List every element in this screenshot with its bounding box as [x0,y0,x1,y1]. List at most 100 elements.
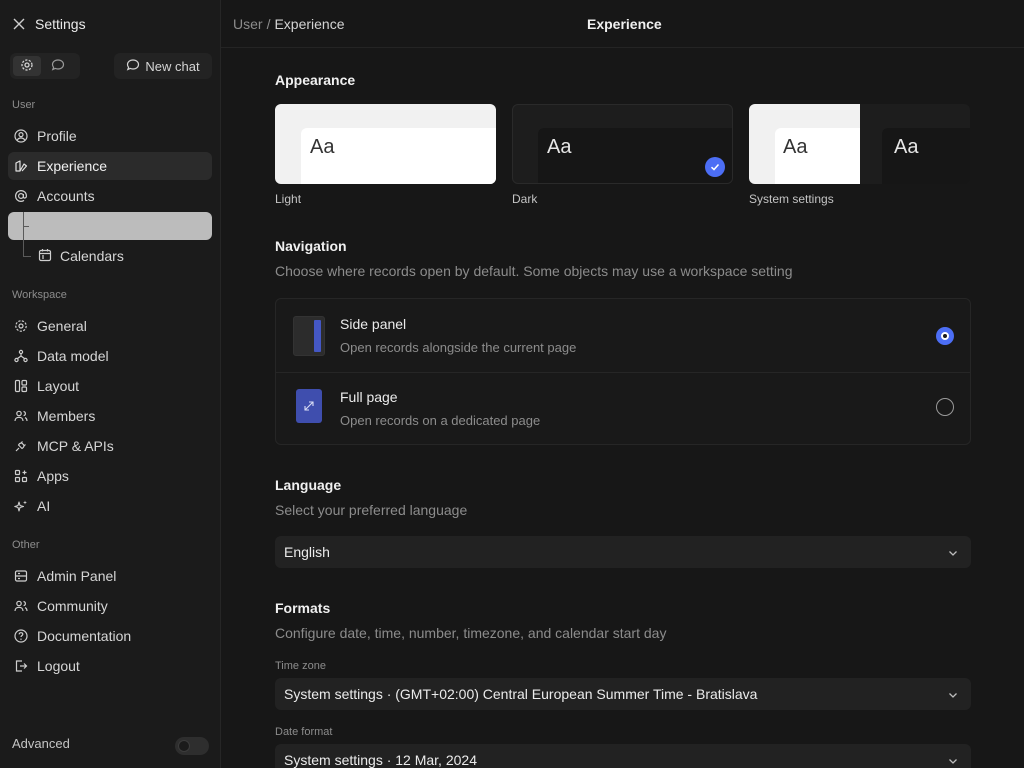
sidebar-item-label: MCP & APIs [37,438,114,454]
sidebar-item-label: Experience [37,158,108,174]
sidebar-item-label: Data model [37,348,109,364]
nav-option-side-panel[interactable]: Side panel Open records alongside the cu… [276,299,970,372]
logout-icon [13,658,29,674]
nav-option-title: Full page [340,389,398,405]
language-description: Select your preferred language [275,502,468,518]
navigation-description: Choose where records open by default. So… [275,263,793,279]
gear-icon [20,58,34,75]
apps-grid-icon [13,468,29,484]
at-sign-icon [13,188,29,204]
navigation-options: Side panel Open records alongside the cu… [275,298,971,445]
time-zone-label: Time zone [275,660,326,672]
theme-preview-system-light: Aa [775,128,860,184]
appearance-heading: Appearance [275,72,356,88]
advanced-label: Advanced [12,736,70,751]
chevron-down-icon [947,546,959,562]
sidebar-item-mcp-apis[interactable]: MCP & APIs [8,432,212,460]
formats-description: Configure date, time, number, timezone, … [275,625,667,641]
sidebar-item-data-model[interactable]: Data model [8,342,212,370]
sidebar-item-layout[interactable]: Layout [8,372,212,400]
sidebar-item-apps[interactable]: Apps [8,462,212,490]
theme-label-dark: Dark [512,192,538,206]
breadcrumb-separator: / [266,16,271,32]
chevron-down-icon [947,754,959,768]
settings-sidebar: Settings New chat User Profile Experienc… [0,0,221,768]
nav-option-subtitle: Open records alongside the current page [340,340,577,355]
chevron-down-icon [947,688,959,704]
date-format-select[interactable]: System settings · 12 Mar, 2024 [275,744,971,768]
settings-tab-button[interactable] [13,56,41,76]
nav-option-title: Side panel [340,316,407,332]
theme-preview-light: Aa [301,128,496,184]
sidebar-item-logout[interactable]: Logout [8,652,212,680]
theme-option-system[interactable]: Aa Aa [749,104,970,184]
sidebar-item-label: Profile [37,128,77,144]
close-icon[interactable] [12,17,26,31]
sidebar-item-community[interactable]: Community [8,592,212,620]
sidebar-item-label: Layout [37,378,80,394]
radio-unselected[interactable] [936,398,954,416]
users-icon [13,598,29,614]
language-select-value: English [284,544,330,560]
sidebar-item-label: Documentation [37,628,132,644]
users-icon [13,408,29,424]
formats-heading: Formats [275,600,331,616]
section-workspace: Workspace [12,289,67,301]
sidebar-item-accounts[interactable]: Accounts [8,182,212,210]
preview-text: Aa [547,136,572,158]
preview-text: Aa [310,136,335,158]
time-zone-select[interactable]: System settings · (GMT+02:00) Central Eu… [275,678,971,710]
chat-bubble-icon [51,58,65,75]
sidebar-tools: New chat [10,53,212,79]
language-select[interactable]: English [275,536,971,568]
view-switcher [10,53,80,79]
sidebar-item-label: Admin Panel [37,568,117,584]
sidebar-item-highlighted[interactable] [8,212,212,240]
sidebar-item-label: Members [37,408,96,424]
server-icon [13,568,29,584]
top-bar: User / Experience Experience [221,0,1024,48]
help-circle-icon [13,628,29,644]
tree-connector-tick [23,256,31,257]
theme-option-dark[interactable]: Aa [512,104,733,184]
sidebar-item-profile[interactable]: Profile [8,122,212,150]
check-icon [705,157,725,177]
sidebar-item-general[interactable]: General [8,312,212,340]
theme-preview-system-dark: Aa [882,128,970,184]
sparkles-icon [13,498,29,514]
breadcrumb-current: Experience [274,16,345,32]
new-chat-label: New chat [145,58,200,74]
breadcrumb-parent[interactable]: User [233,16,263,32]
date-format-label: Date format [275,726,333,738]
sidebar-item-label: Calendars [60,248,124,264]
breadcrumb: User / Experience [233,16,345,32]
sidebar-item-ai[interactable]: AI [8,492,212,520]
nav-option-subtitle: Open records on a dedicated page [340,413,541,428]
radio-selected[interactable] [936,327,954,345]
theme-option-light[interactable]: Aa [275,104,496,184]
sidebar-item-admin-panel[interactable]: Admin Panel [8,562,212,590]
preview-text: Aa [894,136,919,158]
sidebar-item-label: Logout [37,658,80,674]
sidebar-item-label: Apps [37,468,69,484]
theme-label-light: Light [275,192,302,206]
theme-preview-dark: Aa [538,128,732,183]
calendar-icon [38,248,52,265]
toggle-knob [178,740,190,752]
section-user: User [12,99,36,111]
sidebar-item-experience[interactable]: Experience [8,152,212,180]
page-title: Experience [587,16,662,32]
chat-tab-button[interactable] [44,56,72,76]
chat-plus-icon [126,58,140,75]
tree-connector [23,212,24,256]
preview-text: Aa [783,136,808,158]
nav-option-full-page[interactable]: Full page Open records on a dedicated pa… [276,372,970,445]
sidebar-title: Settings [35,16,86,32]
section-other: Other [12,539,40,551]
expand-icon [296,389,322,423]
sidebar-item-calendars[interactable]: Calendars [38,242,124,270]
new-chat-button[interactable]: New chat [114,53,212,79]
advanced-toggle[interactable] [175,737,209,755]
sidebar-item-members[interactable]: Members [8,402,212,430]
sidebar-item-documentation[interactable]: Documentation [8,622,212,650]
